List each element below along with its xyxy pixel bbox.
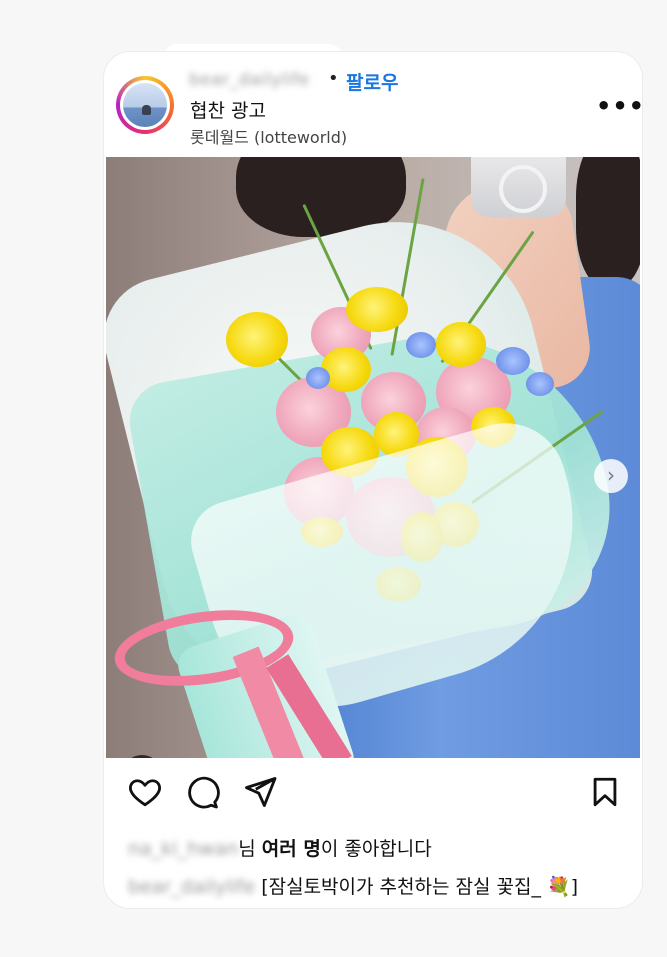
sponsored-label: 협찬 광고 (190, 100, 266, 122)
liker-username[interactable]: na_ki_hwan (128, 838, 238, 860)
caption-username[interactable]: bear_dailylife (128, 876, 255, 898)
avatar[interactable] (120, 80, 170, 130)
caption-text: [잠실토박이가 추천하는 잠실 꽃집_ 💐] (255, 876, 579, 898)
more-options-icon[interactable]: ••• (596, 92, 642, 120)
user-tag-icon[interactable] (122, 755, 162, 758)
phone-shape (471, 157, 566, 217)
likes-summary: na_ki_hwan님 여러 명이 좋아합니다 (128, 834, 432, 861)
story-ring[interactable] (116, 76, 174, 134)
likes-suffix-2: 이 좋아합니다 (320, 838, 432, 860)
comment-icon[interactable] (184, 774, 220, 810)
post-photo[interactable]: › (106, 157, 640, 758)
post-header: bear_dailylife • 팔로우 협찬 광고 롯데월드 (lottewo… (104, 52, 642, 157)
send-icon[interactable] (242, 774, 278, 810)
heart-icon[interactable] (126, 774, 164, 810)
likes-others-link[interactable]: 여러 명 (262, 838, 321, 860)
bookmark-icon[interactable] (588, 774, 622, 810)
username[interactable]: bear_dailylife (189, 70, 310, 90)
chevron-right-icon[interactable]: › (594, 459, 628, 493)
caption: bear_dailylife [잠실토박이가 추천하는 잠실 꽃집_ 💐] (128, 872, 578, 899)
avatar-image (123, 83, 167, 127)
follow-button[interactable]: 팔로우 (346, 68, 398, 95)
instagram-post-card: bear_dailylife • 팔로우 협찬 광고 롯데월드 (lottewo… (104, 52, 642, 908)
brand-name[interactable]: 롯데월드 (lotteworld) (190, 124, 347, 148)
likes-suffix-1: 님 (238, 838, 262, 860)
separator-dot: • (328, 68, 339, 89)
